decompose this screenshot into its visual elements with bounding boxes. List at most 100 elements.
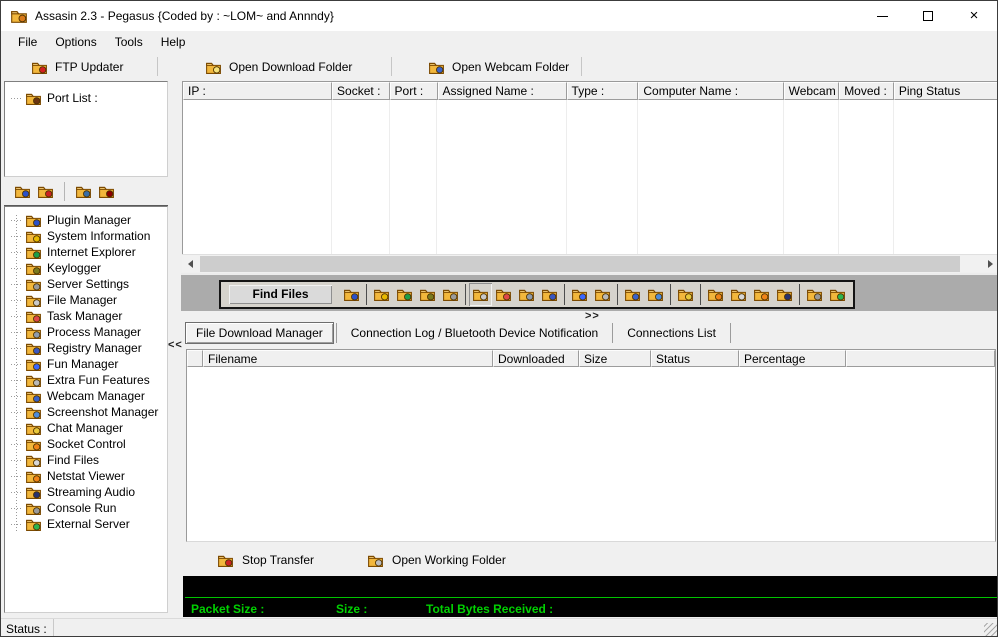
connections-col-ping-status[interactable]: Ping Status	[894, 82, 997, 100]
download-col-size[interactable]: Size	[579, 350, 651, 367]
disconnect-server-icon[interactable]	[37, 183, 54, 200]
connections-col-port[interactable]: Port :	[390, 82, 438, 100]
process-manager-icon	[25, 324, 42, 341]
toolbar-button-extra-fun-features[interactable]	[591, 283, 614, 306]
toolbar-button-keylogger[interactable]	[416, 283, 439, 306]
toolbar-button-console-run[interactable]	[803, 283, 826, 306]
toolbar-button-fun-manager[interactable]	[568, 283, 591, 306]
toolbar-button-plugin-manager[interactable]	[340, 283, 363, 306]
connections-col-moved[interactable]: Moved :	[839, 82, 894, 100]
minimize-icon	[877, 16, 888, 17]
toolbar-button-registry-manager[interactable]	[538, 283, 561, 306]
menu-options[interactable]: Options	[46, 32, 105, 52]
sidebar-item-label: System Information	[47, 229, 150, 243]
toolbar-button-streaming-audio[interactable]	[773, 283, 796, 306]
open-webcam-folder-button[interactable]: Open Webcam Folder	[422, 55, 575, 79]
sidebar-item-console-run[interactable]: Console Run	[5, 500, 167, 516]
minimize-button[interactable]	[859, 2, 905, 31]
toolbar-button-netstat-viewer[interactable]	[750, 283, 773, 306]
find-toolbar-icons	[340, 283, 849, 306]
sidebar-item-internet-explorer[interactable]: Internet Explorer	[5, 244, 167, 260]
sidebar-item-task-manager[interactable]: Task Manager	[5, 308, 167, 324]
connections-col-ip[interactable]: IP :	[183, 82, 332, 100]
screenshot-manager-icon	[25, 404, 42, 421]
scroll-left-button[interactable]	[182, 255, 199, 273]
sidebar-item-find-files[interactable]: Find Files	[5, 452, 167, 468]
sidebar-item-registry-manager[interactable]: Registry Manager	[5, 340, 167, 356]
download-col-status[interactable]: Status	[651, 350, 739, 367]
sidebar-item-keylogger[interactable]: Keylogger	[5, 260, 167, 276]
find-files-icon	[25, 452, 42, 469]
menu-help[interactable]: Help	[152, 32, 195, 52]
sidebar-item-extra-fun-features[interactable]: Extra Fun Features	[5, 372, 167, 388]
menu-file[interactable]: File	[9, 32, 46, 52]
sidebar-item-system-information[interactable]: System Information	[5, 228, 167, 244]
sidebar-item-plugin-manager[interactable]: Plugin Manager	[5, 212, 167, 228]
toolbar-button-webcam-manager[interactable]	[621, 283, 644, 306]
download-col-filename[interactable]: Filename	[203, 350, 493, 367]
tab-file-download-manager[interactable]: File Download Manager	[185, 322, 334, 344]
find-files-button[interactable]: Find Files	[229, 285, 332, 304]
download-col-empty[interactable]	[846, 350, 995, 367]
toolbar-button-internet-explorer[interactable]	[393, 283, 416, 306]
connections-header: IP :Socket :Port :Assigned Name :Type :C…	[183, 82, 997, 100]
port-list-item[interactable]: Port List :	[5, 90, 167, 106]
menu-tools[interactable]: Tools	[106, 32, 152, 52]
scrollbar-thumb[interactable]	[200, 256, 960, 272]
toolbar-button-external-server[interactable]	[826, 283, 849, 306]
toolbar-button-process-manager[interactable]	[515, 283, 538, 306]
sidebar-item-netstat-viewer[interactable]: Netstat Viewer	[5, 468, 167, 484]
resize-grip[interactable]	[984, 623, 997, 636]
horizontal-scrollbar[interactable]	[182, 254, 997, 272]
sidebar-item-file-manager[interactable]: File Manager	[5, 292, 167, 308]
download-col-empty[interactable]	[187, 350, 203, 367]
sidebar-item-process-manager[interactable]: Process Manager	[5, 324, 167, 340]
connections-col-webcam[interactable]: Webcam :	[784, 82, 840, 100]
sidebar-item-label: Chat Manager	[47, 421, 123, 435]
scroll-right-button[interactable]	[982, 255, 997, 273]
connections-col-socket[interactable]: Socket :	[332, 82, 390, 100]
sidebar-item-server-settings[interactable]: Server Settings	[5, 276, 167, 292]
connections-body[interactable]	[183, 100, 997, 254]
connections-col-assigned-name[interactable]: Assigned Name :	[438, 82, 567, 100]
close-button[interactable]: ×	[951, 2, 997, 31]
toolbar-button-system-information[interactable]	[370, 283, 393, 306]
toolbar-button-find-files[interactable]	[727, 283, 750, 306]
open-download-folder-button[interactable]: Open Download Folder	[199, 55, 358, 79]
grid-column	[638, 100, 783, 254]
sidebar-item-screenshot-manager[interactable]: Screenshot Manager	[5, 404, 167, 420]
toolbar-button-task-manager[interactable]	[492, 283, 515, 306]
toolbar-button-socket-control[interactable]	[704, 283, 727, 306]
tab-connections-list[interactable]: Connections List	[615, 326, 728, 340]
tab-connection-log-bluetooth-device-notification[interactable]: Connection Log / Bluetooth Device Notifi…	[339, 326, 610, 340]
streaming-audio-icon	[25, 484, 42, 501]
toolbar-button-chat-manager[interactable]	[674, 283, 697, 306]
download-col-percentage[interactable]: Percentage	[739, 350, 846, 367]
download-body[interactable]	[187, 367, 995, 542]
save-settings-icon[interactable]	[75, 183, 92, 200]
connect-server-icon[interactable]	[14, 183, 31, 200]
sidebar-item-fun-manager[interactable]: Fun Manager	[5, 356, 167, 372]
connections-col-type[interactable]: Type :	[567, 82, 639, 100]
sidebar-item-chat-manager[interactable]: Chat Manager	[5, 420, 167, 436]
tree-connector	[11, 220, 23, 221]
collapse-left-control[interactable]: <<	[168, 339, 183, 351]
connections-col-computer-name[interactable]: Computer Name :	[638, 82, 783, 100]
stop-transfer-button[interactable]: Stop Transfer	[217, 550, 314, 570]
registry-manager-icon	[25, 340, 42, 357]
toolbar-button-server-settings[interactable]	[439, 283, 462, 306]
grid-column	[894, 100, 997, 254]
toolbar-button-screenshot-manager[interactable]	[644, 283, 667, 306]
sidebar-item-external-server[interactable]: External Server	[5, 516, 167, 532]
ftp-updater-button[interactable]: FTP Updater	[25, 55, 129, 79]
toolbar-button-file-manager[interactable]	[469, 283, 492, 306]
tree-connector	[11, 236, 23, 237]
sidebar-item-webcam-manager[interactable]: Webcam Manager	[5, 388, 167, 404]
sidebar-item-socket-control[interactable]: Socket Control	[5, 436, 167, 452]
download-col-downloaded[interactable]: Downloaded	[493, 350, 579, 367]
extra-fun-features-icon	[594, 286, 611, 303]
sidebar-item-streaming-audio[interactable]: Streaming Audio	[5, 484, 167, 500]
open-working-folder-button[interactable]: Open Working Folder	[367, 550, 506, 570]
maximize-button[interactable]	[905, 2, 951, 31]
lock-server-icon[interactable]	[98, 183, 115, 200]
